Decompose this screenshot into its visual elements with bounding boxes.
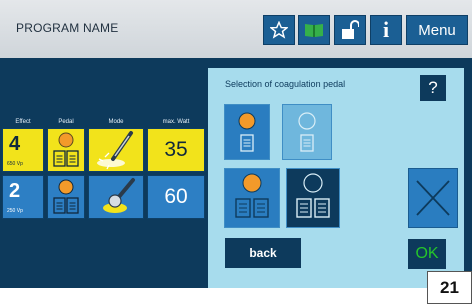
header-effect: Effect — [15, 119, 31, 125]
single-pedal-icon — [298, 112, 316, 152]
menu-button[interactable]: Menu — [406, 15, 468, 45]
manual-button[interactable] — [298, 15, 330, 45]
effect-cell[interactable]: 2 250 Vp — [2, 175, 44, 219]
figure-number-label: 21 — [440, 277, 459, 297]
close-icon — [416, 180, 450, 216]
max-watt-value: 35 — [164, 138, 188, 161]
max-watt-value: 60 — [164, 185, 188, 208]
pedal-option-single-inactive[interactable] — [282, 104, 332, 160]
mode-cell[interactable] — [88, 128, 144, 172]
header-mode: Mode — [108, 119, 124, 125]
star-icon — [270, 21, 288, 39]
dialog-title: Selection of coagulation pedal — [225, 79, 346, 89]
device-screen: PROGRAM NAME i Menu Effect Pedal Mode ma… — [0, 0, 472, 288]
unlock-icon — [342, 20, 359, 39]
info-icon: i — [382, 17, 390, 42]
double-pedal-icon — [235, 173, 269, 218]
ball-electrode-icon — [103, 178, 135, 213]
favorite-button[interactable] — [263, 15, 295, 45]
max-watt-cell[interactable]: 60 — [147, 175, 205, 219]
ok-label: OK — [415, 245, 439, 262]
pedal-option-double-inactive[interactable] — [286, 168, 340, 228]
back-button[interactable]: back — [225, 238, 301, 268]
back-label: back — [249, 246, 277, 260]
pedal-cell[interactable] — [47, 175, 85, 219]
pedal-option-single-active[interactable] — [224, 104, 270, 160]
voltage-value: 650 Vp — [7, 161, 23, 167]
program-name: PROGRAM NAME — [16, 21, 119, 35]
knife-electrode-icon — [97, 131, 133, 170]
voltage-value: 250 Vp — [7, 208, 23, 214]
effect-value: 4 — [9, 133, 21, 155]
top-bar: PROGRAM NAME i Menu — [0, 0, 472, 58]
help-button[interactable]: ? — [420, 75, 446, 101]
pedal-option-double-active[interactable] — [224, 168, 280, 228]
max-watt-cell[interactable]: 35 — [147, 128, 205, 172]
header-pedal: Pedal — [58, 119, 74, 125]
menu-label: Menu — [418, 21, 456, 39]
pedal-selection-dialog: Selection of coagulation pedal ? back OK — [208, 68, 464, 288]
double-pedal-icon — [296, 173, 330, 218]
question-icon: ? — [428, 78, 438, 97]
lock-button[interactable] — [334, 15, 366, 45]
book-icon — [305, 24, 323, 37]
single-pedal-icon — [238, 112, 256, 152]
effect-value: 2 — [9, 180, 21, 202]
pedal-cell[interactable] — [47, 128, 85, 172]
pedal-icon — [53, 179, 79, 214]
pedal-icon — [53, 132, 79, 167]
effect-cell[interactable]: 4 650 Vp — [2, 128, 44, 172]
ok-button[interactable]: OK — [408, 239, 446, 269]
figure-number: 21 — [427, 271, 472, 304]
mode-cell[interactable] — [88, 175, 144, 219]
info-button[interactable]: i — [370, 15, 402, 45]
header-max-watt: max. Watt — [162, 119, 190, 125]
cancel-button[interactable] — [408, 168, 458, 228]
